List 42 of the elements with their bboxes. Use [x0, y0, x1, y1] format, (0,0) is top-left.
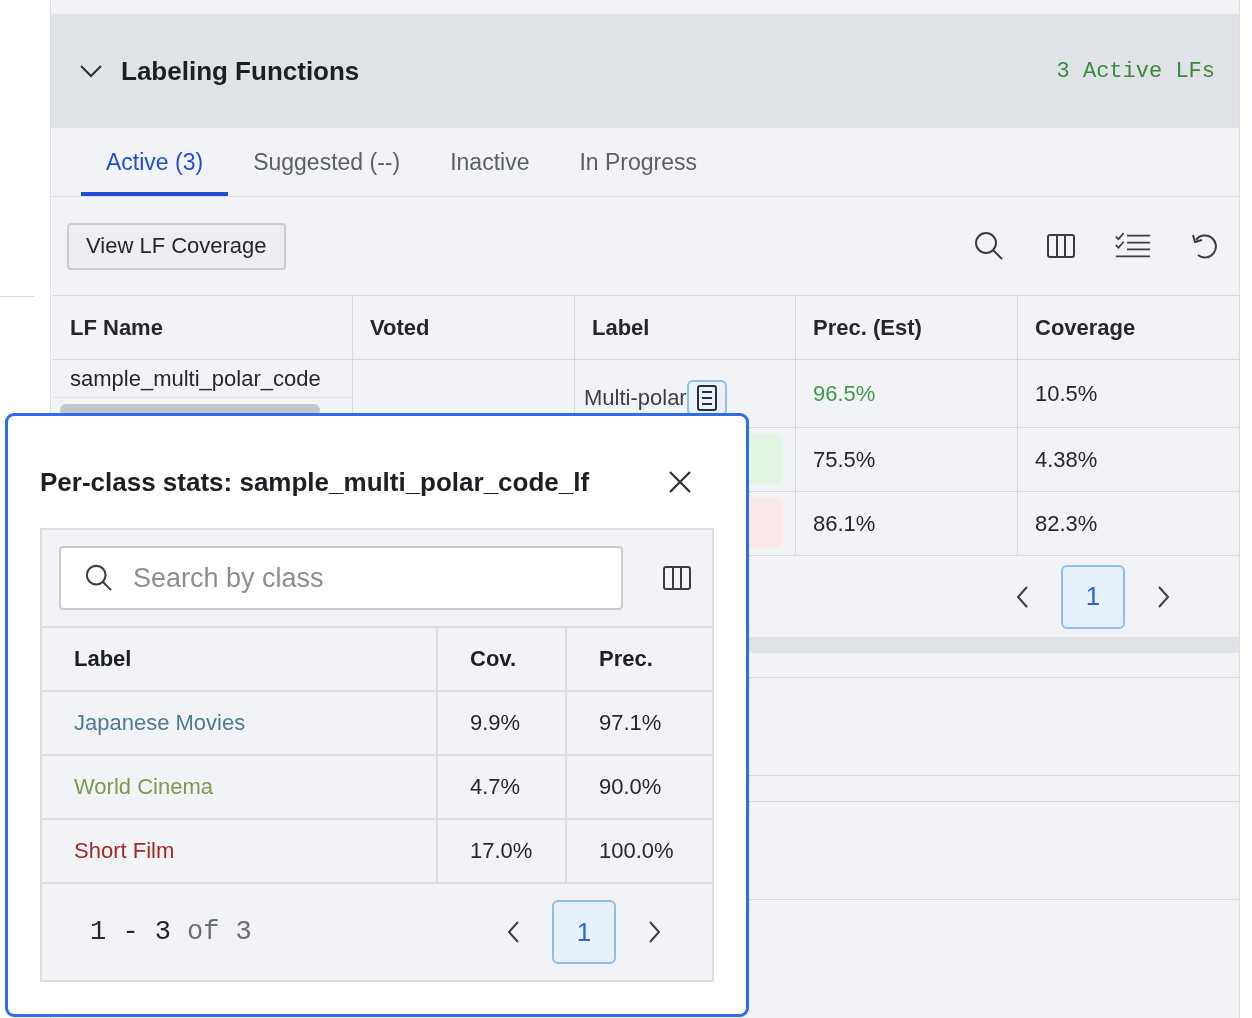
- popover-title: Per-class stats: sample_multi_polar_code_lf: [40, 466, 590, 498]
- total-count: of 3: [187, 917, 252, 947]
- tab[interactable]: Active (3): [81, 149, 229, 196]
- class-label: World Cinema: [42, 756, 438, 820]
- search-icon: [85, 564, 113, 592]
- column-header: Label: [42, 628, 438, 692]
- precision-value: 75.5%: [813, 446, 876, 473]
- coverage-value: 10.5%: [1035, 380, 1098, 407]
- coverage-value: 17.0%: [438, 820, 567, 884]
- active-count: 3 Active LFs: [1056, 58, 1215, 84]
- stats-button[interactable]: [686, 379, 727, 416]
- coverage-value: 4.7%: [438, 756, 567, 820]
- column-header: Voted: [353, 296, 575, 360]
- coverage-value: 4.38%: [1035, 446, 1098, 473]
- class-label: Short Film: [42, 820, 438, 884]
- view-coverage-button[interactable]: View LF Coverage: [67, 222, 286, 270]
- column-header: LF Name: [53, 296, 353, 360]
- search-field[interactable]: Search by class: [59, 546, 623, 610]
- precision-value: 86.1%: [813, 510, 876, 537]
- section-title: Labeling Functions: [121, 55, 361, 87]
- precision-value: 97.1%: [567, 692, 712, 756]
- coverage-value: 9.9%: [438, 692, 567, 756]
- precision-value: 96.5%: [813, 380, 876, 407]
- class-label: Japanese Movies: [42, 692, 438, 756]
- column-header: Prec. (Est): [796, 296, 1018, 360]
- lf-name: sample_multi_polar_code: [53, 360, 352, 398]
- list-icon: [696, 384, 717, 411]
- tab[interactable]: Inactive: [425, 149, 555, 196]
- column-header: Cov.: [438, 628, 567, 692]
- precision-value: 100.0%: [567, 820, 712, 884]
- precision-value: 90.0%: [567, 756, 712, 820]
- page-button[interactable]: 1: [1061, 564, 1125, 629]
- column-header: Prec.: [567, 628, 712, 692]
- chevron-down-icon[interactable]: [79, 64, 103, 78]
- page-range: 1 - 3: [90, 917, 171, 947]
- page-button[interactable]: 1: [552, 900, 616, 964]
- label-text: Multi-polar: [584, 384, 687, 411]
- column-header: Label: [575, 296, 796, 360]
- tab[interactable]: Suggested (--): [228, 149, 426, 196]
- column-header: Coverage: [1018, 296, 1240, 360]
- coverage-value: 82.3%: [1035, 510, 1098, 537]
- tab[interactable]: In Progress: [554, 149, 723, 196]
